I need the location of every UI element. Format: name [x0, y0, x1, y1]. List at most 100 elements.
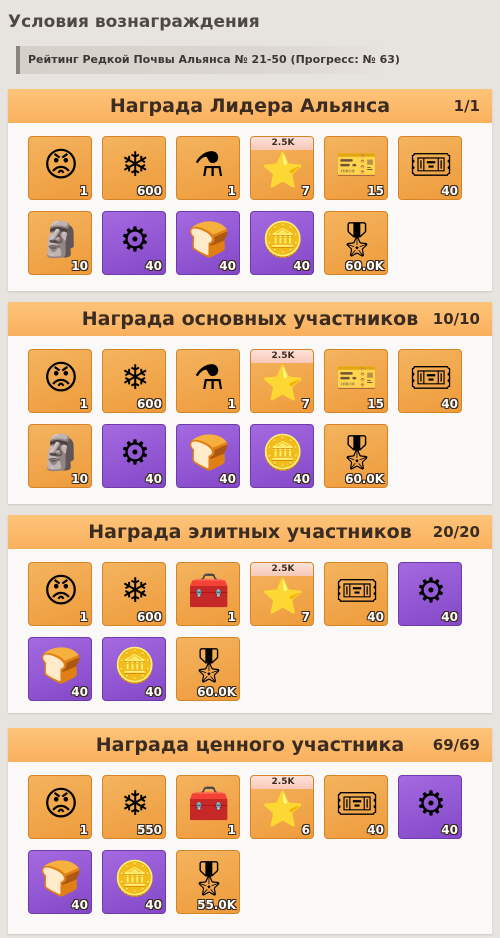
item-quantity: 40	[441, 823, 458, 837]
panel-header: Награда элитных участников 20/20	[8, 515, 492, 549]
reward-item-tile[interactable]: 🪙 40	[102, 637, 166, 701]
reward-item-tile[interactable]: 🪙 40	[102, 850, 166, 914]
panel-title: Награда Лидера Альянса	[109, 95, 391, 117]
reward-item-tile[interactable]: 🧰 1	[176, 775, 240, 839]
item-quantity: 40	[441, 610, 458, 624]
item-quantity: 10	[71, 472, 88, 486]
reward-item-tile[interactable]: 🎖 60.0K	[176, 637, 240, 701]
reward-item-tile[interactable]: 🎟 40	[324, 562, 388, 626]
star-badge-icon: ❄	[120, 145, 150, 185]
reward-panel: Награда ценного участника 69/69 😡 1 ❄ 550 🧰 1 2.…	[8, 728, 492, 934]
gold-ticket-icon: 🎟	[335, 784, 379, 824]
steel-crate-icon: ⚙	[415, 784, 447, 824]
item-quantity: 600	[136, 397, 162, 411]
reward-item-tile[interactable]: 🍞 40	[28, 637, 92, 701]
food-crate-icon: 🍞	[39, 859, 83, 899]
reward-panel: Награда элитных участников 20/20 😡 1 ❄ 600 🧰 1 2…	[8, 515, 492, 713]
gold-ticket-icon: 🎟	[335, 571, 379, 611]
reward-item-tile[interactable]: 🎟 40	[324, 775, 388, 839]
reward-item-tile[interactable]: 🗿 10	[28, 211, 92, 275]
reward-item-tile[interactable]: 😡 1	[28, 349, 92, 413]
reward-item-tile[interactable]: ❄ 550	[102, 775, 166, 839]
reward-item-tile[interactable]: 🪙 40	[250, 424, 314, 488]
reward-item-tile[interactable]: 🗿 10	[28, 424, 92, 488]
reward-item-tile[interactable]: ⚙ 40	[398, 775, 462, 839]
reward-item-tile[interactable]: 🎫 15	[324, 349, 388, 413]
pink-ticket-icon: 🎫	[335, 358, 379, 398]
reward-item-tile[interactable]: 🎖 60.0K	[324, 211, 388, 275]
emote-icon: 😡	[43, 358, 79, 398]
reward-item-tile[interactable]: 😡 1	[28, 562, 92, 626]
item-quantity: 40	[71, 898, 88, 912]
gold-crate-icon: 🪙	[261, 220, 305, 260]
reward-item-tile[interactable]: ❄ 600	[102, 136, 166, 200]
item-quantity: 1	[79, 184, 88, 198]
panel-count: 10/10	[432, 310, 480, 328]
item-quantity: 40	[441, 184, 458, 198]
reward-item-tile[interactable]: 🎫 15	[324, 136, 388, 200]
item-quantity: 40	[145, 259, 162, 273]
reward-item-tile[interactable]: 2.5K ⭐ 7	[250, 136, 314, 200]
item-quantity: 40	[293, 259, 310, 273]
reward-item-tile[interactable]: ⚙ 40	[102, 211, 166, 275]
reward-item-tile[interactable]: ⚗ 1	[176, 136, 240, 200]
item-quantity: 60.0K	[345, 259, 384, 273]
item-quantity: 1	[79, 610, 88, 624]
star-badge-icon: ❄	[120, 784, 150, 824]
item-quantity: 15	[367, 184, 384, 198]
reward-item-tile[interactable]: 😡 1	[28, 775, 92, 839]
honor-medal-icon: 🎖	[187, 859, 231, 899]
item-quantity: 1	[227, 184, 236, 198]
reward-item-tile[interactable]: 🍞 40	[176, 211, 240, 275]
pink-ticket-icon: 🎫	[335, 145, 379, 185]
honor-medal-icon: 🎖	[187, 646, 231, 686]
reward-panel: Награда основных участников 10/10 😡 1 ❄ 600 ⚗ 1…	[8, 302, 492, 504]
reward-item-tile[interactable]: 🧰 1	[176, 562, 240, 626]
item-quantity: 550	[136, 823, 162, 837]
panel-header: Награда основных участников 10/10	[8, 302, 492, 336]
reward-item-tile[interactable]: 2.5K ⭐ 7	[250, 562, 314, 626]
reward-item-tile[interactable]: 🎖 60.0K	[324, 424, 388, 488]
reward-item-tile[interactable]: ⚙ 40	[398, 562, 462, 626]
emote-icon: 😡	[43, 145, 79, 185]
gold-ticket-icon: 🎟	[409, 358, 453, 398]
reward-item-tile[interactable]: 🍞 40	[176, 424, 240, 488]
steel-crate-icon: ⚙	[119, 220, 151, 260]
ranking-progress-banner: Рейтинг Редкой Почвы Альянса № 21-50 (Пр…	[16, 46, 400, 74]
item-quantity: 1	[227, 610, 236, 624]
tablet-icon: 🗿	[39, 433, 83, 473]
reward-item-tile[interactable]: 2.5K ⭐ 7	[250, 349, 314, 413]
item-quantity: 40	[219, 259, 236, 273]
reward-item-tile[interactable]: 🎟 40	[398, 349, 462, 413]
item-quantity: 40	[145, 898, 162, 912]
reward-panel: Награда Лидера Альянса 1/1 😡 1 ❄ 600 ⚗ 1 2.5K ⭐ 7 🎫…	[8, 89, 492, 291]
panel-count: 69/69	[432, 736, 480, 754]
item-quantity: 7	[301, 610, 310, 624]
reward-item-tile[interactable]: ⚙ 40	[102, 424, 166, 488]
reward-item-tile[interactable]: ❄ 600	[102, 562, 166, 626]
item-quantity: 1	[79, 823, 88, 837]
reward-item-tile[interactable]: 🎖 55.0K	[176, 850, 240, 914]
item-quantity: 40	[145, 472, 162, 486]
reward-item-tile[interactable]: ❄ 600	[102, 349, 166, 413]
item-quantity: 6	[301, 823, 310, 837]
emote-icon: 😡	[43, 571, 79, 611]
reward-item-tile[interactable]: 2.5K ⭐ 6	[250, 775, 314, 839]
gold-ticket-icon: 🎟	[409, 145, 453, 185]
steel-crate-icon: ⚙	[415, 571, 447, 611]
item-quantity: 60.0K	[345, 472, 384, 486]
chest-icon: 🧰	[187, 784, 231, 824]
potion-icon: ⚗	[193, 145, 225, 185]
reward-item-tile[interactable]: 🍞 40	[28, 850, 92, 914]
item-quantity: 10	[71, 259, 88, 273]
item-quantity: 1	[227, 397, 236, 411]
item-quantity: 60.0K	[197, 685, 236, 699]
reward-item-tile[interactable]: 😡 1	[28, 136, 92, 200]
item-quantity: 15	[367, 397, 384, 411]
item-quantity: 1	[227, 823, 236, 837]
reward-item-tile[interactable]: 🎟 40	[398, 136, 462, 200]
reward-item-tile[interactable]: ⚗ 1	[176, 349, 240, 413]
reward-item-tile[interactable]: 🪙 40	[250, 211, 314, 275]
gold-crate-icon: 🪙	[261, 433, 305, 473]
item-quantity: 1	[79, 397, 88, 411]
